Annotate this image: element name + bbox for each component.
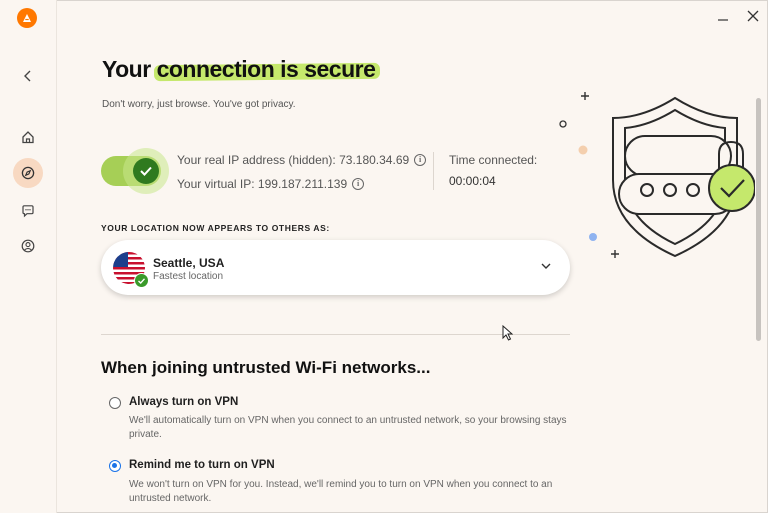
location-city: Seattle, USA [153,256,225,270]
back-button[interactable] [13,61,43,91]
info-icon[interactable]: i [414,154,427,166]
chevron-left-icon [24,70,31,82]
option-remind-me-description: We won't turn on VPN for you. Instead, w… [129,479,553,504]
divider [433,152,434,190]
virtual-ip-row: Your virtual IP: 199.187.211.139 i [177,177,365,191]
sidebar-item-home[interactable] [13,122,43,152]
time-connected-value: 00:00:04 [449,174,496,188]
title-prefix: Your [102,56,151,82]
title-highlight: connection is secure [156,56,376,82]
close-button[interactable] [743,7,763,25]
scrollbar-thumb[interactable] [756,98,761,341]
radio-always-on[interactable] [109,397,121,409]
minimize-button[interactable] [713,7,733,25]
location-selector[interactable]: Seattle, USA Fastest location [101,240,570,295]
avast-logo [17,8,37,28]
option-always-on-description: We'll automatically turn on VPN when you… [129,415,567,440]
info-icon[interactable]: i [352,178,365,190]
sidebar-item-account[interactable] [13,231,43,261]
option-always-on-label[interactable]: Always turn on VPN [129,396,238,408]
page-title: Your connection is secure [102,56,376,83]
connected-badge [134,273,149,288]
location-subtitle: Fastest location [153,271,224,282]
checkmark-icon [140,166,152,176]
minimize-icon [718,19,728,21]
home-icon [22,131,34,144]
chevron-down-icon [541,263,551,269]
vpn-toggle-knob[interactable] [133,158,159,184]
sidebar [0,0,57,513]
section-divider [101,334,570,335]
checkmark-icon [138,277,145,284]
page-subtitle: Don't worry, just browse. You've got pri… [102,99,296,110]
sidebar-item-support[interactable] [13,196,43,226]
option-remind-me-label[interactable]: Remind me to turn on VPN [129,459,275,471]
real-ip-row: Your real IP address (hidden): 73.180.34… [177,153,427,167]
time-connected-label: Time connected: [449,153,538,167]
user-circle-icon [21,239,35,253]
shield-lock-illustration [559,92,755,258]
sidebar-item-explore[interactable] [13,158,43,188]
compass-icon [21,166,35,180]
chat-bubble-icon [22,205,34,218]
mouse-cursor-icon [502,325,513,341]
location-section-label: YOUR LOCATION NOW APPEARS TO OTHERS AS: [101,223,330,233]
radio-remind-me[interactable] [109,460,121,472]
real-ip-label: Your real IP address (hidden): 73.180.34… [177,153,410,167]
wifi-heading: When joining untrusted Wi-Fi networks... [101,358,431,377]
virtual-ip-label: Your virtual IP: 199.187.211.139 [177,177,348,191]
close-icon [747,10,759,22]
